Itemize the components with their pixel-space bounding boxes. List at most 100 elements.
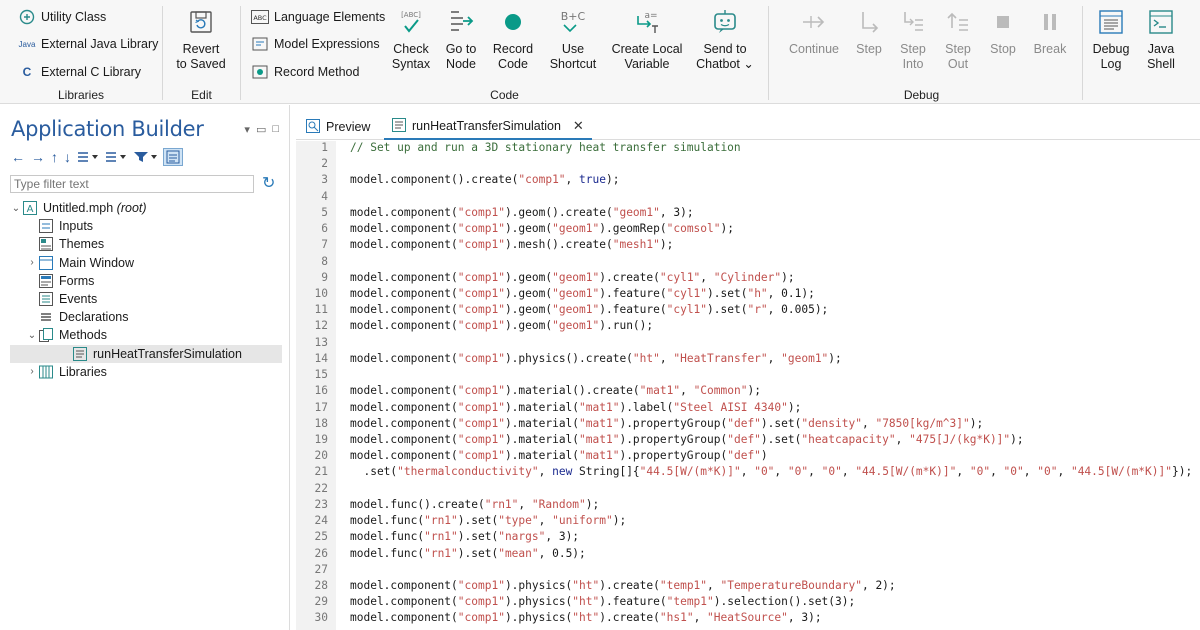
code-line[interactable]: 21 .set("thermalconductivity", new Strin… (296, 465, 1193, 481)
application-builder-panel: Application Builder ▾ ▭ □ ← → ↑ ↓ ↻ ⌄ A … (0, 105, 290, 630)
record-code-button[interactable]: Record Code (489, 6, 537, 72)
declarations-icon (38, 309, 54, 325)
line-number: 23 (314, 497, 328, 511)
code-line[interactable]: 8 (296, 255, 350, 271)
code-line[interactable]: 24 model.func("rn1").set("type", "uniform… (296, 514, 627, 530)
code-line[interactable]: 22 (296, 482, 350, 498)
step-into-button[interactable]: Step Into (895, 6, 931, 72)
panel-title: Application Builder (11, 117, 204, 141)
tree-node-root[interactable]: ⌄ A Untitled.mph (root) (10, 199, 282, 217)
send-to-chatbot-button[interactable]: Send to Chatbot ⌄ (693, 6, 757, 72)
code-text: model.component("comp1").material("mat1"… (350, 432, 1024, 446)
tools-group: Debug Log Java Shell (1083, 0, 1200, 104)
down-arrow-icon[interactable]: ↓ (64, 148, 71, 166)
code-line[interactable]: 4 (296, 190, 350, 206)
code-line[interactable]: 12 model.component("comp1").geom("geom1")… (296, 319, 654, 335)
code-line[interactable]: 6 model.component("comp1").geom("geom1").… (296, 222, 734, 238)
code-line[interactable]: 10 model.component("comp1").geom("geom1")… (296, 287, 815, 303)
maximize-icon[interactable]: □ (272, 123, 279, 136)
tree-node-declarations[interactable]: Declarations (10, 308, 282, 326)
code-text: model.component("comp1").mesh().create("… (350, 238, 674, 252)
revert-to-saved-button[interactable]: Revert to Saved (176, 6, 226, 72)
tree-node-forms[interactable]: Forms (10, 272, 282, 290)
code-line[interactable]: 11 model.component("comp1").geom("geom1")… (296, 303, 829, 319)
line-number: 11 (314, 303, 328, 317)
chevron-down-icon[interactable]: ▾ (244, 123, 250, 136)
code-line[interactable]: 30 model.component("comp1").physics("ht")… (296, 611, 822, 627)
code-line[interactable]: 13 (296, 336, 350, 352)
refresh-icon[interactable]: ↻ (262, 173, 275, 193)
tree-node-inputs[interactable]: Inputs (10, 217, 282, 235)
utility-class-button[interactable]: Utility Class (18, 7, 106, 27)
continue-button[interactable]: Continue (783, 6, 845, 57)
code-line[interactable]: 26 model.func("rn1").set("mean", 0.5); (296, 547, 586, 563)
code-line[interactable]: 15 (296, 368, 350, 384)
tree-node-main-window[interactable]: › Main Window (10, 254, 282, 272)
code-line[interactable]: 3 model.component().create("comp1", true)… (296, 173, 619, 189)
language-elements-button[interactable]: ABC Language Elements (251, 7, 385, 27)
check-syntax-button[interactable]: [ABC] Check Syntax (387, 6, 435, 72)
record-method-button[interactable]: Record Method (251, 62, 359, 82)
minimize-icon[interactable]: ▭ (256, 123, 266, 136)
code-line[interactable]: 19 model.component("comp1").material("mat… (296, 433, 1024, 449)
code-line[interactable]: 14 model.component("comp1").physics().cre… (296, 352, 842, 368)
break-button[interactable]: Break (1031, 6, 1069, 57)
code-line[interactable]: 20 model.component("comp1").material("mat… (296, 449, 768, 465)
expanded-caret-icon[interactable]: ⌄ (26, 330, 38, 341)
code-line[interactable]: 5 model.component("comp1").geom().create(… (296, 206, 693, 222)
code-group: ABC Language Elements Model Expressions … (241, 0, 768, 104)
expanded-caret-icon[interactable]: ⌄ (10, 203, 22, 214)
show-options-icon[interactable] (105, 148, 127, 166)
create-local-variable-button[interactable]: a= Create Local Variable (607, 6, 687, 72)
forward-arrow-icon[interactable]: → (31, 148, 45, 166)
code-line[interactable]: 29 model.component("comp1").physics("ht")… (296, 595, 856, 611)
expand-sections-icon[interactable] (77, 148, 99, 166)
tree-view-toggle-icon[interactable] (163, 148, 183, 166)
use-shortcut-button[interactable]: B+C Use Shortcut (543, 6, 603, 72)
code-line[interactable]: 16 model.component("comp1").material().cr… (296, 384, 761, 400)
line-number: 26 (314, 546, 328, 560)
code-line[interactable]: 28 model.component("comp1").physics("ht")… (296, 579, 896, 595)
code-line[interactable]: 2 (296, 157, 350, 173)
external-java-library-button[interactable]: Java External Java Library (18, 34, 159, 54)
filter-icon[interactable] (133, 148, 157, 166)
up-arrow-icon[interactable]: ↑ (51, 148, 58, 166)
java-shell-button[interactable]: Java Shell (1141, 6, 1181, 72)
line-number: 19 (314, 432, 328, 446)
tree-node-method[interactable]: runHeatTransferSimulation (10, 344, 282, 363)
debug-log-button[interactable]: Debug Log (1089, 6, 1133, 72)
tree-node-methods[interactable]: ⌄ Methods (10, 326, 282, 344)
tree-node-themes[interactable]: Themes (10, 235, 282, 253)
collapsed-caret-icon[interactable]: › (26, 366, 38, 377)
tab-method[interactable]: runHeatTransferSimulation ✕ (384, 114, 592, 140)
code-line[interactable]: 27 (296, 563, 350, 579)
code-line[interactable]: 7 model.component("comp1").mesh().create(… (296, 238, 673, 254)
code-text: model.component("comp1").physics("ht").c… (350, 611, 822, 625)
code-line[interactable]: 9 model.component("comp1").geom("geom1").… (296, 271, 794, 287)
external-c-library-button[interactable]: C External C Library (18, 62, 141, 82)
stop-button[interactable]: Stop (985, 6, 1021, 57)
model-expressions-button[interactable]: Model Expressions (251, 34, 380, 54)
code-line[interactable]: 1 // Set up and run a 3D stationary heat … (296, 141, 740, 157)
close-tab-icon[interactable]: ✕ (573, 118, 584, 134)
code-area[interactable]: 1 // Set up and run a 3D stationary heat … (296, 141, 1200, 630)
tree-node-libraries[interactable]: › Libraries (10, 363, 282, 381)
code-line[interactable]: 23 model.func().create("rn1", "Random"); (296, 497, 600, 514)
window-icon (38, 255, 54, 271)
check-syntax-icon: [ABC] (394, 6, 428, 38)
go-to-node-button[interactable]: Go to Node (438, 6, 484, 72)
collapsed-caret-icon[interactable]: › (26, 257, 38, 268)
tree-node-events[interactable]: Events (10, 290, 282, 308)
events-icon (38, 291, 54, 307)
line-number: 4 (321, 189, 328, 203)
step-out-button[interactable]: Step Out (940, 6, 976, 72)
code-line[interactable]: 17 model.component("comp1").material("mat… (296, 401, 802, 417)
step-button[interactable]: Step (851, 6, 887, 57)
tree-filter-input[interactable] (10, 175, 254, 193)
tab-preview[interactable]: Preview (298, 114, 376, 140)
code-line[interactable]: 18 model.component("comp1").material("mat… (296, 417, 984, 433)
line-number: 2 (321, 157, 328, 171)
code-line[interactable]: 25 model.func("rn1").set("nargs", 3); (296, 530, 580, 546)
record-method-icon (251, 64, 269, 80)
back-arrow-icon[interactable]: ← (11, 148, 25, 166)
